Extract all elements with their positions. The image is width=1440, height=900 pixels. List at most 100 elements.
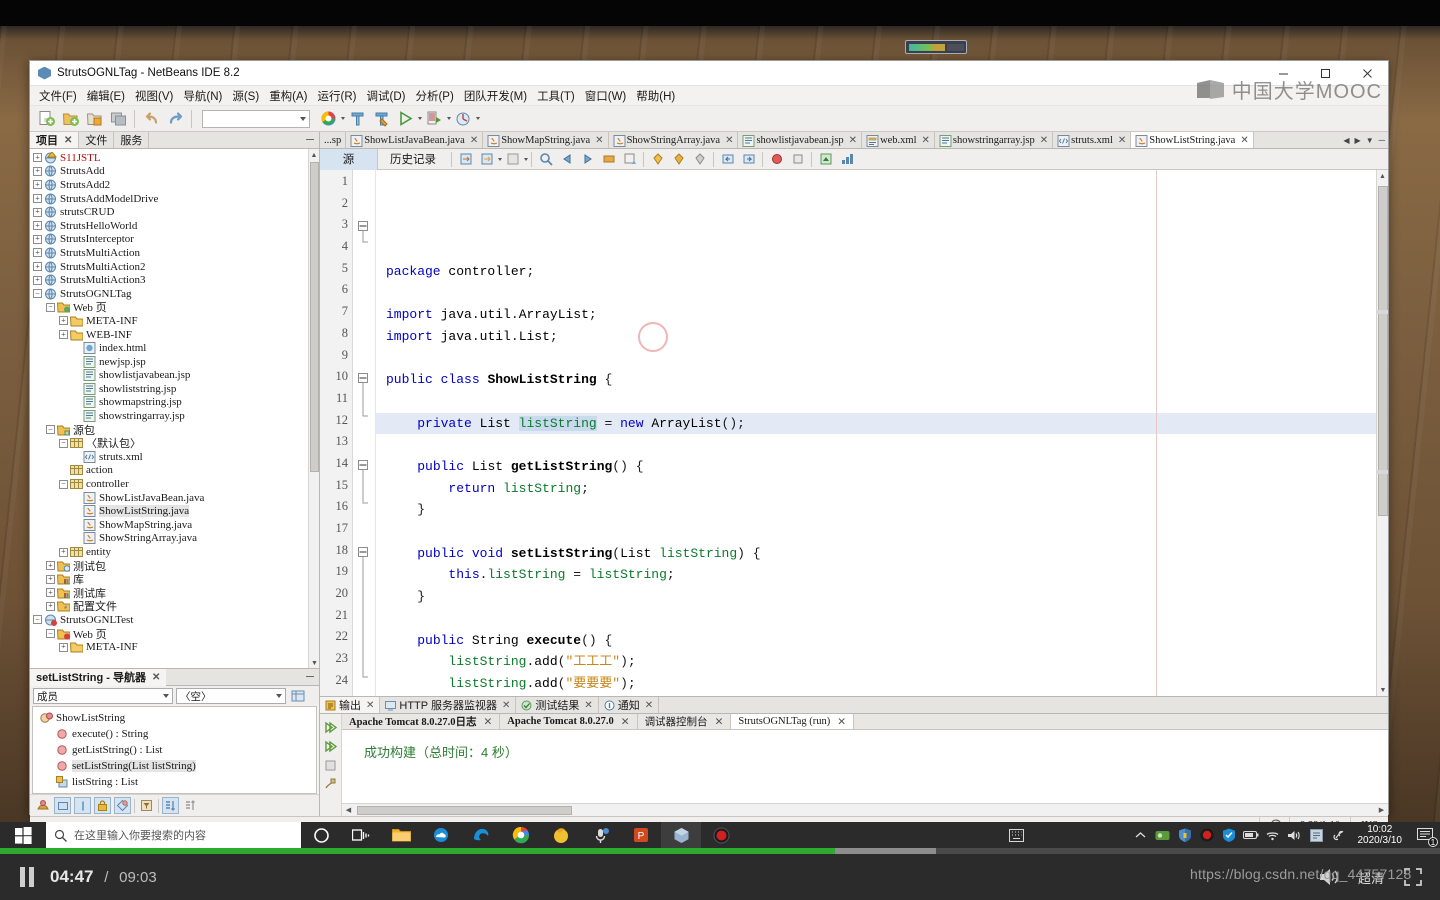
tree-node[interactable]: + StrutsMultiAction: [30, 246, 319, 260]
tab-services[interactable]: 服务: [114, 132, 150, 148]
profile-project-icon[interactable]: [452, 108, 474, 130]
chevron-down-icon[interactable]: [447, 117, 451, 120]
find-previous-icon[interactable]: [557, 150, 576, 169]
open-project-icon[interactable]: [83, 108, 105, 130]
tree-expander[interactable]: −: [46, 425, 55, 435]
subtab-tomcat-log[interactable]: Apache Tomcat 8.0.27.0日志 ✕: [342, 714, 501, 729]
tree-expander[interactable]: +: [59, 642, 68, 652]
show-hidden-icons-icon[interactable]: [1130, 822, 1152, 848]
close-icon[interactable]: ✕: [502, 700, 510, 711]
build-project-icon[interactable]: [346, 108, 368, 130]
sort-position-icon[interactable]: [182, 797, 199, 814]
code-line[interactable]: listString.add("要要要");: [376, 673, 1376, 695]
subtab-debugger-console[interactable]: 调试器控制台 ✕: [638, 714, 732, 729]
close-icon[interactable]: ✕: [849, 135, 857, 146]
chevron-down-icon[interactable]: [524, 157, 528, 161]
battery-icon[interactable]: [1240, 822, 1262, 848]
tree-expander[interactable]: −: [46, 302, 55, 312]
chevron-down-icon[interactable]: [498, 157, 502, 161]
navigator-inspect-icon[interactable]: [289, 688, 306, 705]
debug-project-icon[interactable]: [423, 108, 445, 130]
tree-node[interactable]: + META-INF: [30, 314, 319, 328]
last-edit-icon[interactable]: [456, 150, 475, 169]
code-line[interactable]: return listString;: [376, 478, 1376, 500]
tree-node[interactable]: showlistjavabean.jsp: [30, 369, 319, 383]
tree-node[interactable]: + StrutsAddModelDrive: [30, 192, 319, 206]
editor-tab[interactable]: struts.xml ✕: [1053, 132, 1132, 148]
powerpoint-icon[interactable]: P: [621, 822, 661, 848]
tree-node[interactable]: + 配置文件: [30, 600, 319, 613]
scroll-down-icon[interactable]: ▼: [309, 657, 319, 668]
tree-node[interactable]: + META-INF: [30, 640, 319, 654]
show-non-public-icon[interactable]: [94, 797, 111, 814]
code-line[interactable]: package controller;: [376, 261, 1376, 283]
tree-node[interactable]: struts.xml: [30, 450, 319, 464]
tree-node[interactable]: showmapstring.jsp: [30, 396, 319, 410]
background-window-peek[interactable]: [905, 40, 967, 54]
record-stop-icon[interactable]: [701, 822, 741, 848]
tree-expander[interactable]: −: [33, 615, 42, 625]
editor-tab[interactable]: ShowMapString.java ✕: [483, 132, 609, 148]
maximize-editor-icon[interactable]: ─: [1379, 135, 1385, 145]
next-bookmark-icon[interactable]: [669, 150, 688, 169]
editor-tab[interactable]: web.xml ✕: [862, 132, 935, 148]
undo-icon[interactable]: [140, 108, 162, 130]
scroll-tabs-left-icon[interactable]: ◀: [1343, 136, 1349, 145]
stop-icon[interactable]: [788, 150, 807, 169]
redo-icon[interactable]: [164, 108, 186, 130]
menu-item-source[interactable]: 源(S): [227, 86, 264, 106]
editor-tab[interactable]: ShowListJavaBean.java ✕: [346, 132, 484, 148]
taskbar-clock[interactable]: 10:02 2020/3/10: [1350, 824, 1411, 846]
rerun-2-icon[interactable]: [322, 737, 340, 755]
clean-build-icon[interactable]: [370, 108, 392, 130]
chevron-down-icon[interactable]: [476, 117, 480, 120]
code-line[interactable]: public List getListString() {: [376, 456, 1376, 478]
tab-files[interactable]: 文件: [79, 132, 115, 148]
menu-item-help[interactable]: 帮助(H): [631, 86, 680, 106]
show-fields-icon[interactable]: [54, 797, 71, 814]
tree-node[interactable]: − 源包: [30, 423, 319, 437]
chevron-down-icon[interactable]: [418, 117, 422, 120]
tree-node[interactable]: + StrutsAdd: [30, 165, 319, 179]
tree-expander[interactable]: +: [46, 574, 55, 584]
tree-node[interactable]: + StrutsMultiAction3: [30, 273, 319, 287]
tree-node[interactable]: ShowListString.java: [30, 504, 319, 518]
tree-expander[interactable]: +: [59, 330, 68, 340]
recorder-mic-icon[interactable]: [581, 822, 621, 848]
new-file-icon[interactable]: [35, 108, 57, 130]
tree-expander[interactable]: +: [59, 316, 68, 326]
tree-expander[interactable]: −: [33, 289, 42, 299]
subtab-tomcat[interactable]: Apache Tomcat 8.0.27.0 ✕: [500, 714, 638, 729]
volume-icon[interactable]: [1284, 822, 1306, 848]
wifi-icon[interactable]: [1262, 822, 1284, 848]
tab-test-results[interactable]: 测试结果 ✕: [516, 697, 599, 713]
close-icon[interactable]: ✕: [366, 700, 374, 711]
previous-bookmark-icon[interactable]: [620, 150, 639, 169]
editor-vertical-scrollbar[interactable]: ▲ ▼: [1376, 170, 1388, 696]
close-icon[interactable]: ✕: [621, 716, 630, 728]
show-inherited-icon[interactable]: [34, 797, 51, 814]
chevron-down-icon[interactable]: [341, 117, 345, 120]
tree-node[interactable]: + S11JSTL: [30, 150, 319, 165]
toggle-highlight-icon[interactable]: [599, 150, 618, 169]
tab-http-monitor[interactable]: HTTP 服务器监视器 ✕: [380, 697, 517, 713]
code-line[interactable]: this.listString = listString;: [376, 564, 1376, 586]
tree-node[interactable]: − controller: [30, 477, 319, 491]
menu-item-team[interactable]: 团队开发(M): [459, 86, 532, 106]
scroll-right-icon[interactable]: ▶: [1375, 806, 1388, 814]
close-icon[interactable]: ✕: [584, 700, 592, 711]
clear-output-icon[interactable]: [322, 775, 340, 793]
rerun-icon[interactable]: [322, 718, 340, 736]
close-icon[interactable]: ✕: [837, 716, 846, 728]
editor-tab[interactable]: ShowListString.java ✕: [1131, 132, 1254, 148]
toggle-bookmark-icon[interactable]: [648, 150, 667, 169]
close-icon[interactable]: ✕: [483, 716, 492, 728]
code-line[interactable]: listString.add("在在在");: [376, 695, 1376, 696]
new-project-icon[interactable]: [59, 108, 81, 130]
code-line[interactable]: import java.util.ArrayList;: [376, 304, 1376, 326]
cortana-icon[interactable]: [301, 822, 341, 848]
scroll-up-icon[interactable]: ▲: [309, 149, 319, 160]
record-icon[interactable]: [1196, 822, 1218, 848]
code-line[interactable]: public String execute() {: [376, 630, 1376, 652]
close-icon[interactable]: ✕: [1118, 135, 1126, 146]
